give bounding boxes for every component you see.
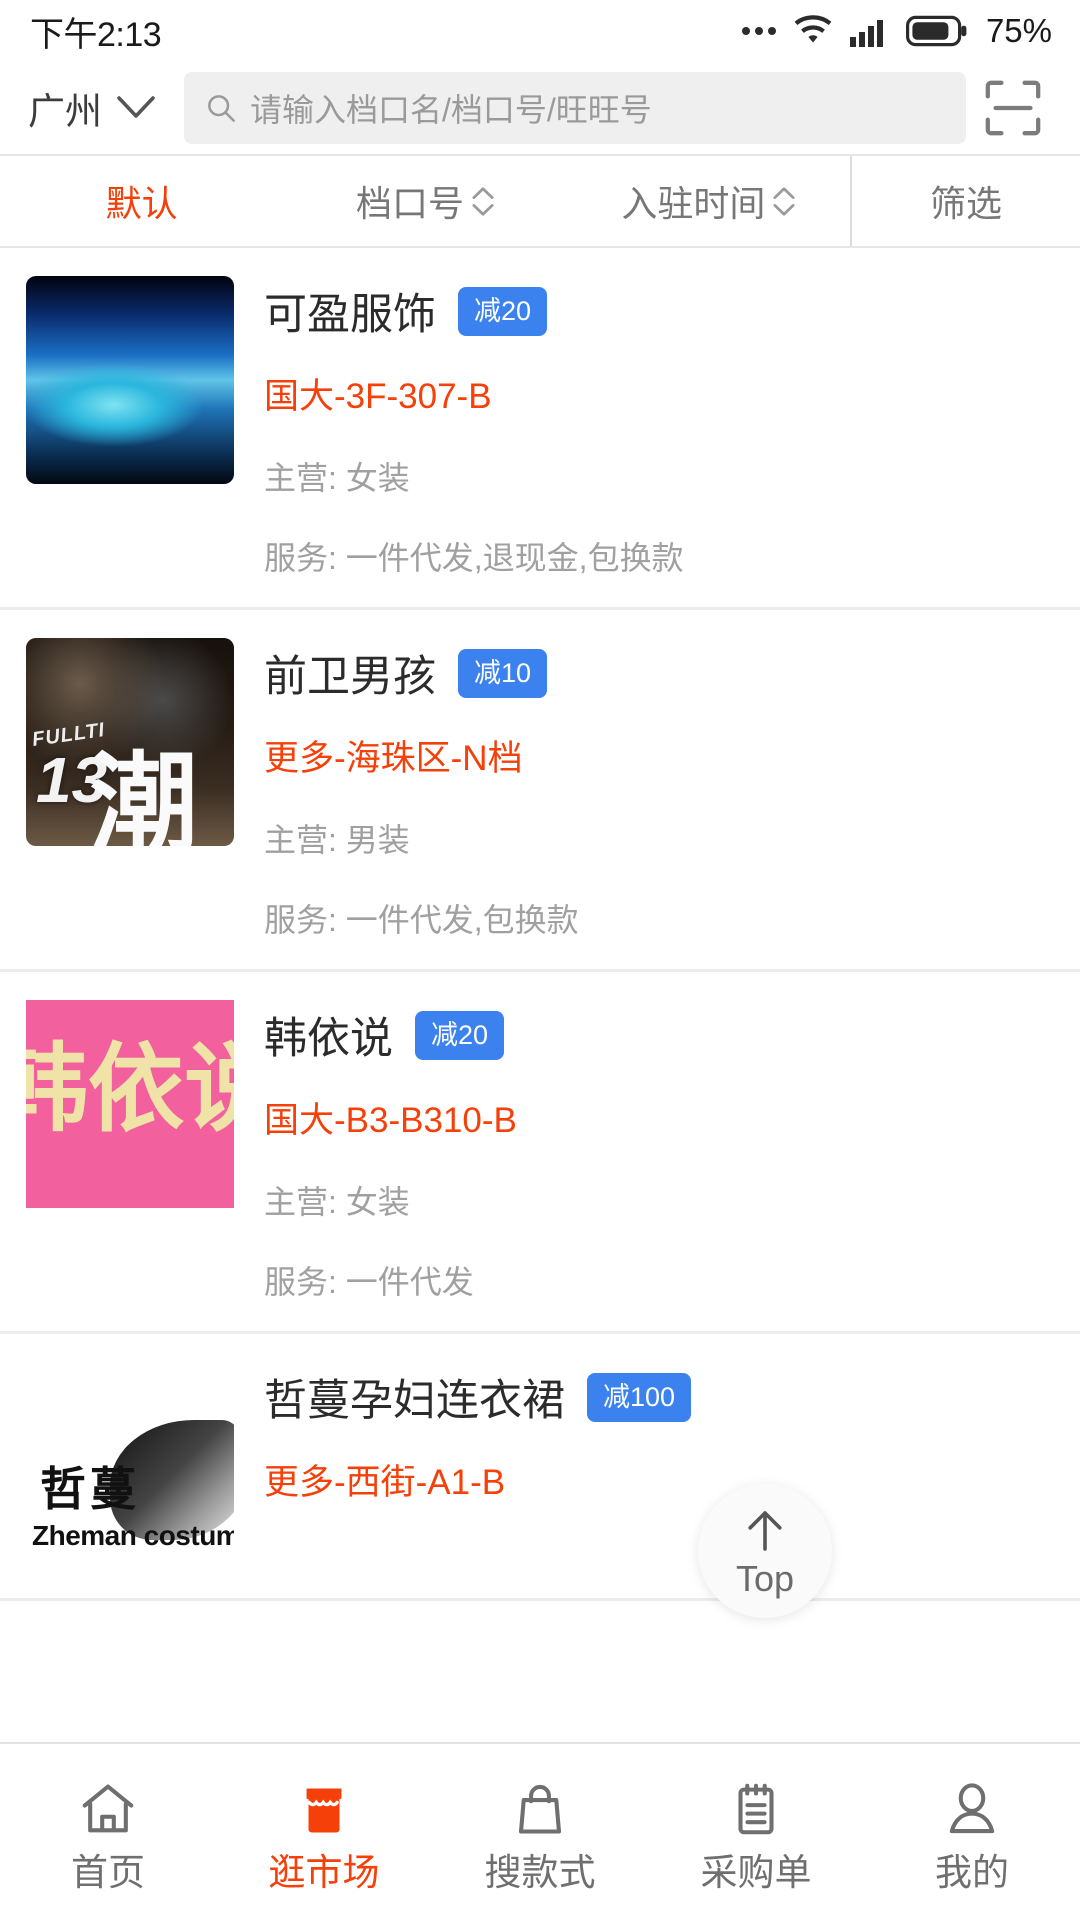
more-dots-icon (741, 27, 776, 35)
main-category: 主营: 女装 (264, 1184, 410, 1220)
zheman-logo-icon: 哲蔓 Zheman costume (26, 1362, 234, 1570)
city-selector[interactable]: 广州 (28, 81, 174, 135)
chevron-down-icon (472, 203, 494, 216)
filter-join-time[interactable]: 入驻时间 (567, 156, 850, 246)
shop-title-line: 前卫男孩 减10 (264, 642, 1080, 704)
services: 服务: 一件代发 (264, 1264, 474, 1300)
bag-icon (509, 1774, 571, 1840)
bottom-tab-bar: 首页 逛市场 搜款式 采购单 我的 (0, 1742, 1080, 1920)
filter-stall-number[interactable]: 档口号 (283, 156, 566, 246)
discount-badge: 减20 (415, 1010, 505, 1060)
discount-badge: 减20 (458, 286, 548, 336)
shop-list: 可盈服饰 减20 国大-3F-307-B 主营: 女装 服务: 一件代发,退现金… (0, 248, 1080, 1601)
shop-info: 可盈服饰 减20 国大-3F-307-B 主营: 女装 服务: 一件代发,退现金… (234, 276, 1080, 579)
chevron-up-icon (472, 186, 494, 199)
sort-toggle-icon[interactable] (773, 186, 795, 217)
shop-thumbnail[interactable]: 哲蔓 Zheman costume (26, 1362, 234, 1570)
services: 服务: 一件代发,包换款 (264, 902, 579, 938)
stall-number: 国大-B3-B310-B (264, 1101, 517, 1140)
status-bar: 下午2:13 75% (0, 0, 1080, 62)
scan-code-icon (985, 80, 1041, 136)
arrow-up-icon (748, 1511, 782, 1551)
services: 服务: 一件代发,退现金,包换款 (264, 540, 684, 576)
status-time: 下午2:13 (30, 15, 162, 54)
clipboard-icon (725, 1774, 787, 1840)
status-icons: 75% (741, 12, 1052, 50)
shop-title-line: 韩依说 减20 (264, 1004, 1080, 1066)
shop-info: 哲蔓孕妇连衣裙 减100 更多-西街-A1-B (234, 1362, 1080, 1570)
pink-logo-icon: 韩依说 (26, 1000, 234, 1208)
list-item[interactable]: FULLTI 13 潮 前卫男孩 减10 更多-海珠区-N档 主营: 男装 服务… (0, 610, 1080, 972)
filter-more-options[interactable]: 筛选 (849, 156, 1080, 246)
tab-profile[interactable]: 我的 (864, 1774, 1080, 1891)
signal-icon (849, 20, 883, 47)
home-icon (77, 1774, 139, 1840)
list-item[interactable]: 哲蔓 Zheman costume 哲蔓孕妇连衣裙 减100 更多-西街-A1-… (0, 1334, 1080, 1601)
filter-more-options-label: 筛选 (929, 183, 1002, 224)
filter-default[interactable]: 默认 (0, 156, 283, 246)
shop-thumbnail[interactable] (26, 276, 234, 484)
tab-profile-label: 我的 (935, 1851, 1009, 1893)
scan-code-button[interactable] (972, 77, 1054, 139)
shop-icon (293, 1774, 355, 1840)
streetwear-photo-icon: FULLTI 13 潮 (26, 638, 234, 846)
tab-styles[interactable]: 搜款式 (432, 1774, 648, 1891)
list-item[interactable]: 可盈服饰 减20 国大-3F-307-B 主营: 女装 服务: 一件代发,退现金… (0, 248, 1080, 610)
battery-icon (905, 15, 967, 47)
tab-home-label: 首页 (71, 1851, 145, 1893)
shop-name: 前卫男孩 (264, 653, 436, 701)
shop-title-line: 可盈服饰 减20 (264, 280, 1080, 342)
chevron-down-icon (117, 96, 155, 118)
tab-market[interactable]: 逛市场 (216, 1774, 432, 1891)
shop-name: 哲蔓孕妇连衣裙 (264, 1377, 565, 1425)
wifi-icon (794, 15, 832, 43)
stall-number: 国大-3F-307-B (264, 377, 492, 416)
tab-styles-label: 搜款式 (484, 1851, 596, 1893)
shop-thumbnail[interactable]: FULLTI 13 潮 (26, 638, 234, 846)
search-box[interactable]: 请输入档口名/档口号/旺旺号 (184, 72, 966, 144)
thumb-text: Zheman costume (32, 1520, 234, 1551)
filter-stall-number-label: 档口号 (355, 183, 464, 224)
shop-info: 韩依说 减20 国大-B3-B310-B 主营: 女装 服务: 一件代发 (234, 1000, 1080, 1303)
chevron-down-icon (773, 203, 795, 216)
battery-percentage: 75% (985, 12, 1052, 49)
main-category: 主营: 男装 (264, 822, 410, 858)
shop-name: 韩依说 (264, 1015, 393, 1063)
filter-join-time-label: 入驻时间 (621, 183, 766, 224)
city-label: 广州 (28, 91, 102, 132)
tab-purchase-order-label: 采购单 (700, 1851, 812, 1893)
search-icon (208, 95, 235, 122)
filter-bar: 默认 档口号 入驻时间 筛选 (0, 154, 1080, 248)
list-item[interactable]: 韩依说 韩依说 减20 国大-B3-B310-B 主营: 女装 服务: 一件代发 (0, 972, 1080, 1334)
main-category: 主营: 女装 (264, 460, 410, 496)
filter-default-label: 默认 (105, 183, 178, 224)
shop-info: 前卫男孩 减10 更多-海珠区-N档 主营: 男装 服务: 一件代发,包换款 (234, 638, 1080, 941)
search-input[interactable]: 请输入档口名/档口号/旺旺号 (250, 85, 652, 131)
back-to-top-button[interactable]: Top (698, 1484, 832, 1618)
tab-market-label: 逛市场 (268, 1851, 380, 1893)
shop-thumbnail[interactable]: 韩依说 (26, 1000, 234, 1208)
person-icon (941, 1774, 1003, 1840)
discount-badge: 减100 (587, 1372, 692, 1422)
tab-home[interactable]: 首页 (0, 1774, 216, 1891)
discount-badge: 减10 (458, 648, 548, 698)
chevron-up-icon (773, 186, 795, 199)
back-to-top-label: Top (735, 1558, 795, 1599)
shop-title-line: 哲蔓孕妇连衣裙 减100 (264, 1366, 1080, 1428)
shop-name: 可盈服饰 (264, 291, 436, 339)
tab-purchase-order[interactable]: 采购单 (648, 1774, 864, 1891)
thumb-text: 韩依说 (26, 1036, 234, 1143)
sort-toggle-icon[interactable] (472, 186, 494, 217)
search-header: 广州 请输入档口名/档口号/旺旺号 (0, 62, 1080, 154)
thumb-text: 潮 (90, 743, 199, 847)
stall-number: 更多-西街-A1-B (264, 1463, 506, 1502)
island-photo-icon (26, 276, 234, 484)
thumb-text: 哲蔓 (40, 1463, 140, 1515)
stall-number: 更多-海珠区-N档 (264, 739, 523, 778)
